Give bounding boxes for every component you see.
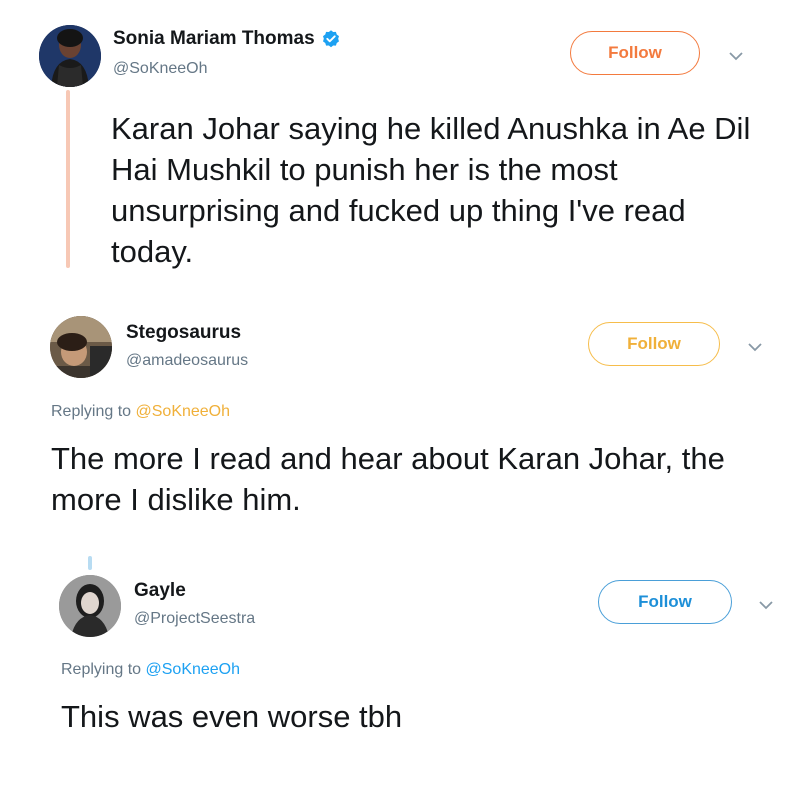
display-name[interactable]: Sonia Mariam Thomas: [113, 28, 341, 50]
avatar[interactable]: [39, 25, 101, 87]
replying-to-prefix: Replying to: [61, 661, 146, 678]
thread-line: [66, 90, 70, 268]
avatar-image: [39, 25, 101, 87]
follow-button[interactable]: Follow: [588, 322, 720, 366]
display-name-text: Stegosaurus: [126, 322, 242, 343]
display-name[interactable]: Gayle: [134, 580, 186, 602]
avatar[interactable]: [59, 575, 121, 637]
tweet-stegosaurus: Stegosaurus @amadeosaurus Follow Replyin…: [0, 290, 800, 540]
chevron-down-icon[interactable]: [757, 596, 775, 614]
user-handle[interactable]: @ProjectSeestra: [134, 610, 255, 628]
display-name-text: Sonia Mariam Thomas: [113, 28, 315, 49]
replying-to: Replying to @SoKneeOh: [61, 661, 240, 679]
tweet-sonia: Sonia Mariam Thomas @SoKneeOh Follow Kar…: [0, 0, 800, 290]
user-handle[interactable]: @amadeosaurus: [126, 352, 248, 370]
replying-to-prefix: Replying to: [51, 403, 136, 420]
follow-button[interactable]: Follow: [570, 31, 700, 75]
follow-button[interactable]: Follow: [598, 580, 732, 624]
avatar[interactable]: [50, 316, 112, 378]
tweet-gayle: Gayle @ProjectSeestra Follow Replying to…: [0, 540, 800, 800]
chevron-down-icon[interactable]: [746, 338, 764, 356]
replying-to-mention[interactable]: @SoKneeOh: [146, 661, 241, 678]
verified-badge-icon: [322, 30, 339, 48]
thread-line: [88, 556, 92, 570]
replying-to-mention[interactable]: @SoKneeOh: [136, 403, 231, 420]
tweet-text: Karan Johar saying he killed Anushka in …: [111, 111, 751, 269]
chevron-down-icon[interactable]: [727, 47, 745, 65]
replying-to: Replying to @SoKneeOh: [51, 403, 230, 421]
display-name[interactable]: Stegosaurus: [126, 322, 241, 344]
user-handle[interactable]: @SoKneeOh: [113, 60, 208, 78]
tweet-text: This was even worse tbh: [61, 699, 403, 734]
display-name-text: Gayle: [134, 580, 186, 601]
avatar-image: [50, 316, 112, 378]
avatar-image: [59, 575, 121, 637]
tweet-text: The more I read and hear about Karan Joh…: [51, 441, 725, 517]
